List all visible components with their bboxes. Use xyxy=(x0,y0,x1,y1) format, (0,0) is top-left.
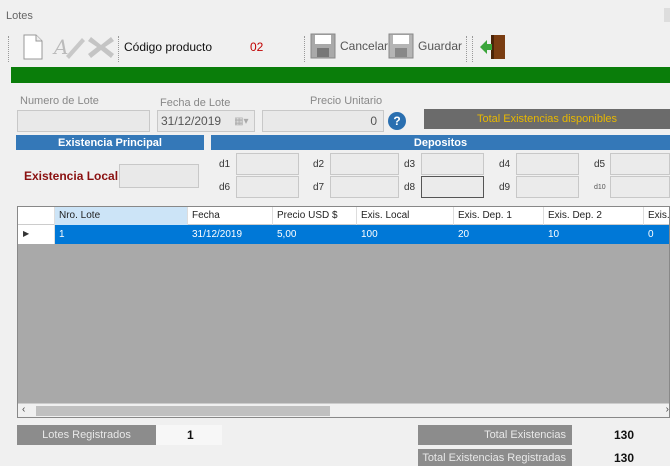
table-row[interactable]: 1 31/12/2019 5,00 100 20 10 0 xyxy=(18,225,669,244)
toolbar-separator xyxy=(8,36,10,62)
window-control[interactable] xyxy=(664,8,670,22)
d7-field[interactable] xyxy=(330,176,399,198)
help-icon[interactable]: ? xyxy=(388,112,406,130)
existencia-principal-header: Existencia Principal xyxy=(16,135,204,150)
fecha-lote-field[interactable]: 31/12/2019 ▦▾ xyxy=(157,110,255,132)
column-header-exis[interactable]: Exis. xyxy=(644,207,669,225)
lotes-grid[interactable]: Nro. Lote Fecha Precio USD $ Exis. Local… xyxy=(17,206,670,418)
toolbar-separator xyxy=(118,36,120,62)
exit-door-icon[interactable] xyxy=(478,32,508,62)
cell-exis[interactable]: 0 xyxy=(644,225,654,244)
fecha-lote-label: Fecha de Lote xyxy=(160,97,231,109)
d8-label: d8 xyxy=(404,182,416,193)
cell-exis-local[interactable]: 100 xyxy=(357,225,378,244)
codigo-producto-value: 02 xyxy=(250,40,264,54)
d5-label: d5 xyxy=(594,159,606,170)
fecha-lote-value: 31/12/2019 xyxy=(161,114,222,128)
column-header-exis-dep-1[interactable]: Exis. Dep. 1 xyxy=(454,207,544,225)
total-existencias-disponibles: Total Existencias disponibles xyxy=(424,109,670,129)
d4-field[interactable] xyxy=(516,153,579,175)
new-document-icon[interactable] xyxy=(22,32,44,62)
total-existencias-value: 130 xyxy=(614,428,635,442)
window-title: Lotes xyxy=(6,10,33,22)
d1-field[interactable] xyxy=(236,153,299,175)
d3-label: d3 xyxy=(404,159,416,170)
d2-field[interactable] xyxy=(330,153,399,175)
toolbar-separator xyxy=(472,36,474,62)
numero-lote-label: Numero de Lote xyxy=(20,95,99,107)
cell-exis-dep-2[interactable]: 10 xyxy=(544,225,559,244)
d1-label: d1 xyxy=(219,159,231,170)
column-header-exis-dep-2[interactable]: Exis. Dep. 2 xyxy=(544,207,644,225)
cancel-button[interactable]: Cancelar xyxy=(310,33,388,59)
d10-label: d10 xyxy=(594,184,606,191)
column-header-precio[interactable]: Precio USD $ xyxy=(273,207,357,225)
lotes-registrados-label: Lotes Registrados xyxy=(17,425,156,445)
d7-label: d7 xyxy=(313,182,325,193)
column-header-nro-lote[interactable]: Nro. Lote xyxy=(55,207,188,225)
d9-field[interactable] xyxy=(516,176,579,198)
total-existencias-registradas-label: Total Existencias Registradas xyxy=(418,449,572,466)
precio-unitario-field[interactable]: 0 xyxy=(262,110,384,132)
depositos-header: Depositos xyxy=(211,135,670,150)
d6-field[interactable] xyxy=(236,176,299,198)
cell-fecha[interactable]: 31/12/2019 xyxy=(188,225,242,244)
save-button[interactable]: Guardar xyxy=(388,33,462,59)
scrollbar-thumb[interactable] xyxy=(36,406,330,416)
calendar-dropdown-icon[interactable]: ▦▾ xyxy=(234,116,248,127)
column-header-exis-local[interactable]: Exis. Local xyxy=(357,207,454,225)
horizontal-scrollbar[interactable]: ‹ › xyxy=(18,403,669,417)
column-header-fecha[interactable]: Fecha xyxy=(188,207,273,225)
existencia-local-label: Existencia Local xyxy=(24,169,119,183)
d2-label: d2 xyxy=(313,159,325,170)
lotes-registrados-value: 1 xyxy=(187,428,194,442)
precio-unitario-label: Precio Unitario xyxy=(310,95,383,107)
save-disk-icon xyxy=(388,33,414,59)
grid-header: Nro. Lote Fecha Precio USD $ Exis. Local… xyxy=(18,207,669,225)
cell-exis-dep-1[interactable]: 20 xyxy=(454,225,469,244)
toolbar-separator xyxy=(304,36,306,62)
d8-field[interactable] xyxy=(421,176,484,198)
cell-precio[interactable]: 5,00 xyxy=(273,225,296,244)
delete-icon[interactable] xyxy=(86,32,116,62)
d6-label: d6 xyxy=(219,182,231,193)
row-pointer-icon: ▶ xyxy=(23,229,30,238)
save-label: Guardar xyxy=(418,39,463,53)
d5-field[interactable] xyxy=(610,153,670,175)
d4-label: d4 xyxy=(499,159,511,170)
scroll-left-icon[interactable]: ‹ xyxy=(22,404,25,415)
d3-field[interactable] xyxy=(421,153,484,175)
cancel-disk-icon xyxy=(310,33,336,59)
scroll-right-icon[interactable]: › xyxy=(666,404,669,415)
status-bar-green xyxy=(11,67,670,83)
current-row-indicator[interactable]: ▶ xyxy=(18,225,55,244)
cancel-label: Cancelar xyxy=(340,39,389,53)
existencia-local-field[interactable] xyxy=(119,164,199,188)
total-existencias-label: Total Existencias xyxy=(418,425,572,445)
cell-nro-lote[interactable]: 1 xyxy=(55,225,65,244)
edit-icon[interactable]: A xyxy=(52,32,86,62)
d9-label: d9 xyxy=(499,182,511,193)
codigo-producto-label: Código producto xyxy=(124,40,213,54)
numero-lote-field[interactable] xyxy=(17,110,150,132)
precio-unitario-value: 0 xyxy=(370,114,377,128)
toolbar-separator xyxy=(466,36,468,62)
d10-field[interactable] xyxy=(610,176,670,198)
svg-text:A: A xyxy=(52,35,68,59)
grid-row-header-corner xyxy=(18,207,55,225)
total-existencias-registradas-value: 130 xyxy=(614,451,635,465)
